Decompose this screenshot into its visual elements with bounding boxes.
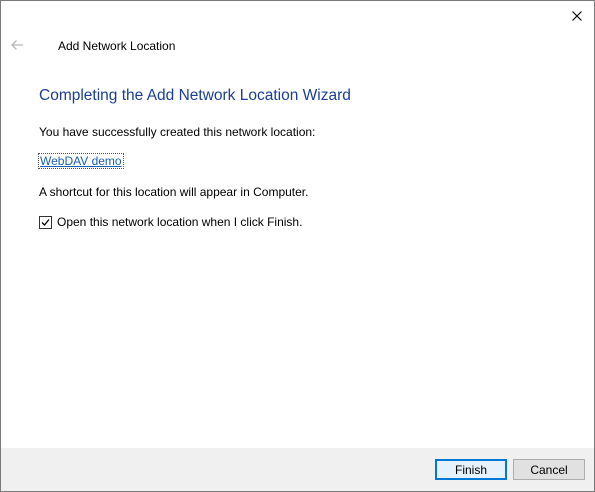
wizard-content: Completing the Add Network Location Wiza… — [38, 87, 574, 229]
back-button[interactable] — [7, 34, 27, 56]
network-location-link[interactable]: WebDAV demo — [38, 153, 124, 169]
open-location-checkbox[interactable] — [39, 215, 52, 229]
wizard-heading: Completing the Add Network Location Wiza… — [39, 87, 351, 104]
wizard-window: Add Network Location Completing the Add … — [0, 0, 595, 492]
open-location-checkbox-label: Open this network location when I click … — [57, 215, 303, 229]
back-arrow-icon — [11, 40, 23, 50]
button-bar: Finish Cancel — [1, 448, 594, 491]
close-button[interactable] — [560, 1, 594, 31]
close-icon — [572, 11, 582, 21]
success-text: You have successfully created this netwo… — [39, 125, 316, 139]
finish-button[interactable]: Finish — [435, 459, 507, 480]
window-title: Add Network Location — [58, 39, 176, 53]
checkmark-icon — [41, 218, 50, 226]
open-location-checkbox-row[interactable]: Open this network location when I click … — [39, 215, 302, 229]
cancel-button[interactable]: Cancel — [513, 459, 585, 480]
shortcut-text: A shortcut for this location will appear… — [39, 185, 309, 199]
